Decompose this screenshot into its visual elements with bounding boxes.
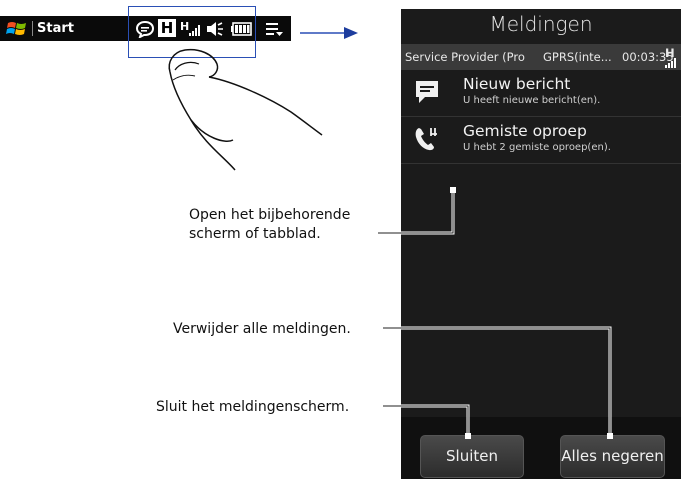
leader-dot-dismiss <box>607 433 613 439</box>
leader-dot-close <box>465 433 471 439</box>
leader-line-dismiss <box>383 326 612 436</box>
leader-dot-open <box>450 187 456 193</box>
callout-lines <box>378 187 613 439</box>
leader-line-open <box>378 191 455 235</box>
leader-line-close <box>383 404 470 436</box>
